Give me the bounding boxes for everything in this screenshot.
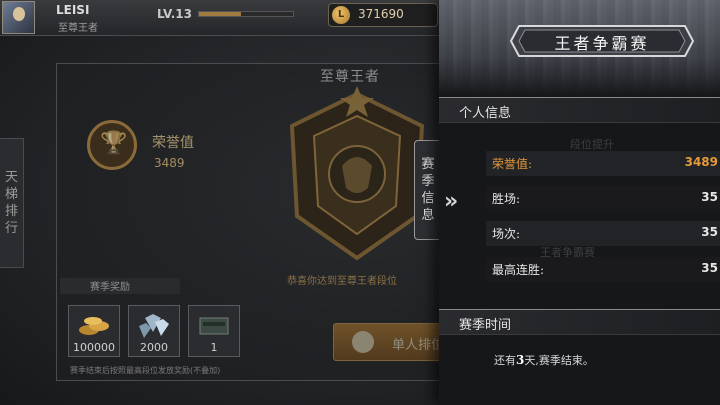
reward-item[interactable]: 2000: [128, 305, 180, 357]
rank-name: 至尊王者: [320, 69, 380, 85]
stat-label: 荣誉值:: [492, 157, 533, 171]
season-remaining-text: 还有3天,赛季结束。: [494, 352, 594, 368]
honor-value: 3489: [154, 156, 185, 170]
reward-item[interactable]: 100000: [68, 305, 120, 357]
stat-row-honor: 荣誉值: 3489: [486, 151, 720, 176]
ghost-text: 段位提升: [570, 138, 614, 151]
weapon-crate-icon: [199, 317, 229, 335]
player-avatar[interactable]: [2, 1, 35, 34]
season-note-prefix: 还有: [494, 354, 516, 367]
season-time-title: 赛季时间: [459, 318, 512, 333]
stat-row-streak: 最高连胜: 35: [486, 257, 720, 282]
player-silhouette-icon: [352, 331, 374, 353]
stat-label: 场次:: [492, 227, 521, 241]
coin-value: 371690: [358, 7, 404, 21]
season-info-tab[interactable]: 赛 季 信 息: [414, 140, 442, 240]
reward-value: 100000: [73, 341, 115, 354]
stat-value: 3489: [684, 155, 718, 169]
stat-value: 35: [701, 261, 718, 275]
player-name: LEISI: [56, 3, 90, 17]
level-progress-bar: [198, 11, 294, 17]
ladder-ranking-tab[interactable]: 天 梯 排 行: [0, 138, 24, 268]
stat-label: 最高连胜:: [492, 263, 545, 277]
season-reward-header: 赛季奖励: [60, 278, 180, 294]
player-level: LV.13: [157, 7, 192, 21]
single-ranked-label: 单人排位: [392, 338, 445, 353]
stat-value: 35: [701, 225, 718, 239]
personal-info-title: 个人信息: [459, 106, 512, 121]
honor-label: 荣誉值: [152, 135, 194, 151]
stat-value: 35: [701, 190, 718, 204]
reward-value: 1: [210, 341, 218, 354]
collapse-chevron-icon[interactable]: »: [444, 189, 458, 214]
season-tab-char: 信: [421, 191, 435, 206]
ladder-tab-char: 天: [4, 170, 18, 185]
stat-row-matches: 场次: 35: [486, 221, 720, 246]
panel-title: 王者争霸赛: [554, 34, 650, 53]
player-title: 至尊王者: [58, 23, 98, 34]
reward-value: 2000: [140, 341, 168, 354]
rank-badge-icon: [289, 86, 425, 261]
season-tab-char: 季: [421, 174, 435, 189]
ladder-tab-char: 排: [4, 204, 18, 219]
coin-pile-icon: [79, 317, 109, 335]
level-progress-fill: [199, 12, 242, 16]
reward-item[interactable]: 1: [188, 305, 240, 357]
diamond-icon: [139, 314, 169, 338]
season-tab-char: 息: [421, 208, 435, 223]
season-tab-char: 赛: [421, 157, 435, 172]
stat-row-wins: 胜场: 35: [486, 186, 720, 211]
ladder-tab-char: 梯: [4, 187, 18, 202]
trophy-icon: [87, 120, 137, 170]
season-note-suffix: 天,赛季结束。: [524, 354, 594, 367]
personal-info-header: 个人信息: [439, 97, 720, 123]
rank-promo-text: 恭喜你达到至尊王者段位: [287, 276, 397, 287]
coin-icon: L: [332, 6, 350, 24]
ladder-tab-char: 行: [4, 221, 18, 236]
stat-label: 胜场:: [492, 192, 521, 206]
season-time-header: 赛季时间: [439, 309, 720, 335]
reward-note: 赛季结束后按照最高段位发放奖励(不叠加): [70, 366, 221, 375]
